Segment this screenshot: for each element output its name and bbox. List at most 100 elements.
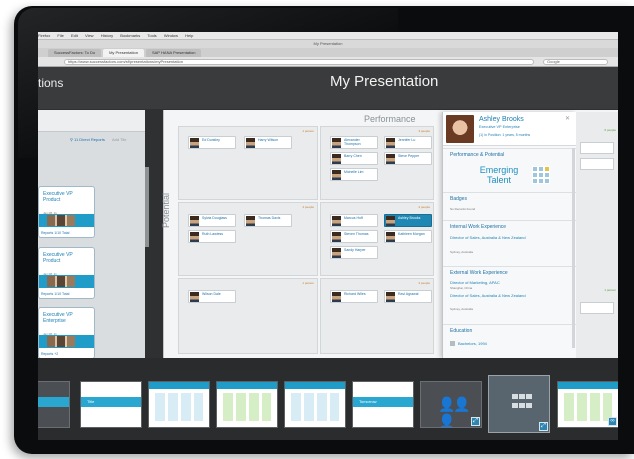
- slide-thumbnail[interactable]: Title: [80, 381, 142, 428]
- person-card[interactable]: Thomas Davis: [244, 214, 292, 227]
- person-card[interactable]: Barry Chen: [330, 152, 378, 165]
- org-panel-toolbar: [38, 110, 145, 132]
- org-chart-panel: ⚲ 11 Direct Reports Add Tile Executive V…: [38, 110, 145, 360]
- grid-right-column: 6 people 1 person: [576, 112, 618, 358]
- tab-successfactors[interactable]: SuccessFactors: To Do: [48, 49, 102, 57]
- menu-firefox[interactable]: Firefox: [38, 33, 50, 38]
- org-card[interactable]: Executive VP Enterprise Jan 08, 11 Repor…: [38, 307, 95, 359]
- slide-thumbnail-selected[interactable]: ⤢: [488, 375, 550, 433]
- person-card[interactable]: [580, 158, 614, 170]
- education-section: Education Bachelors, 1994: [443, 324, 576, 358]
- person-card[interactable]: Sandy Harper: [330, 246, 378, 259]
- menu-bookmarks[interactable]: Bookmarks: [120, 33, 140, 38]
- org-card[interactable]: Executive VP Product Jan 08, 11 Reports …: [38, 247, 95, 299]
- add-tile-link[interactable]: Add Tile: [112, 137, 126, 142]
- close-icon[interactable]: ✕: [565, 115, 570, 122]
- person-card[interactable]: Marcus Hoff: [330, 214, 378, 227]
- badges-section: Badges No Records Found: [443, 192, 576, 218]
- person-photo: [386, 232, 395, 242]
- expand-icon[interactable]: ⤢: [471, 417, 480, 426]
- person-card[interactable]: Ravi Agrawal: [384, 290, 432, 303]
- panel-scrollbar[interactable]: [145, 167, 149, 247]
- person-card[interactable]: Richard Wiles: [330, 290, 378, 303]
- person-photo: [332, 170, 341, 180]
- person-card[interactable]: Steve Pepper: [384, 152, 432, 165]
- person-photo: [332, 216, 341, 226]
- menu-help[interactable]: Help: [185, 33, 193, 38]
- person-card[interactable]: Kathleen Morgan: [384, 230, 432, 243]
- menu-window[interactable]: Window: [164, 33, 178, 38]
- person-card[interactable]: [580, 142, 614, 154]
- slide-thumbnail[interactable]: [216, 381, 278, 428]
- address-bar[interactable]: https://www.successfactors.com/sf/presen…: [64, 59, 534, 65]
- person-name: Harry Wilson: [258, 138, 279, 142]
- employee-name[interactable]: Ashley Brooks: [479, 116, 524, 123]
- person-card[interactable]: Alexander Thompson: [330, 136, 378, 149]
- grid-icon-cell: [519, 394, 525, 399]
- window-title: My Presentation: [38, 40, 618, 48]
- slide-header-bar: [149, 382, 209, 389]
- person-card-selected[interactable]: Ashley Brooks: [384, 214, 432, 227]
- os-menu-bar: Firefox File Edit View History Bookmarks…: [38, 32, 618, 40]
- slide-filmstrip: Title Tomorrow 👤👤👤 ⤢ ⤢ ∞: [38, 370, 618, 440]
- search-field[interactable]: Google: [543, 59, 608, 65]
- org-card[interactable]: Executive VP Product Jan 08, 11 Reports …: [38, 186, 95, 238]
- org-card-footer[interactable]: Reports +2: [41, 352, 58, 356]
- external-position: Director of Sales, Australia & New Zeala…: [450, 293, 526, 298]
- person-photo: [190, 292, 199, 302]
- diploma-icon: [450, 341, 455, 346]
- person-photo: [332, 154, 341, 164]
- performance-axis-label: Performance: [364, 114, 416, 124]
- person-card[interactable]: Sylvia Douglass: [188, 214, 236, 227]
- person-card[interactable]: Ruth Lawless: [188, 230, 236, 243]
- person-name: Jennifer Lu: [398, 138, 416, 142]
- cell-count: 3 people: [418, 129, 430, 133]
- person-name: Kathleen Morgan: [398, 232, 425, 236]
- person-card[interactable]: Jennifer Lu: [384, 136, 432, 149]
- menu-tools[interactable]: Tools: [147, 33, 156, 38]
- grid-icon-cell: [512, 394, 518, 399]
- slide-org-chart: [155, 393, 203, 421]
- slide-thumbnail[interactable]: [38, 381, 70, 428]
- slide-thumbnail[interactable]: [148, 381, 210, 428]
- person-card[interactable]: Harry Wilson: [244, 136, 292, 149]
- potential-axis-label: Potential: [161, 192, 171, 228]
- education-degree: Bachelors, 1994: [458, 341, 487, 346]
- expand-icon[interactable]: ⤢: [539, 422, 548, 431]
- slide-thumbnail[interactable]: ∞: [557, 381, 618, 428]
- person-card[interactable]: [580, 302, 614, 314]
- menu-history[interactable]: History: [101, 33, 113, 38]
- org-card-title: Executive VP Enterprise: [43, 312, 73, 324]
- employee-role: Executive VP Enterprise: [479, 125, 520, 129]
- slide-thumbnail[interactable]: 👤👤👤 ⤢: [420, 381, 482, 428]
- person-photo: [190, 232, 199, 242]
- person-name: Sandy Harper: [344, 248, 366, 252]
- person-card[interactable]: Wilson Dale: [188, 290, 236, 303]
- talent-rating: Emerging Talent: [479, 165, 519, 185]
- person-card[interactable]: Ed Dunkley: [188, 136, 236, 149]
- person-photo: [332, 138, 341, 148]
- slide-thumbnail[interactable]: Tomorrow: [352, 381, 414, 428]
- menu-file[interactable]: File: [57, 33, 63, 38]
- direct-reports-link[interactable]: ⚲ 11 Direct Reports Add Tile: [70, 137, 126, 142]
- person-card[interactable]: Steven Thomas: [330, 230, 378, 243]
- internal-position: Director of Sales, Australia & New Zeala…: [450, 235, 526, 240]
- detail-header: Ashley Brooks Executive VP Enterprise (1…: [443, 112, 576, 146]
- org-card-footer[interactable]: Reports 1/10 Total: [41, 292, 69, 296]
- slide-title: Tomorrow: [359, 399, 377, 404]
- performance-potential-section: Performance & Potential Emerging Talent: [443, 148, 576, 190]
- slide-thumbnail[interactable]: [284, 381, 346, 428]
- detail-scrollbar[interactable]: [572, 148, 575, 348]
- person-card[interactable]: Michelle Lim: [330, 168, 378, 181]
- person-photo: [386, 292, 395, 302]
- grid-icon-cell: [519, 402, 525, 408]
- menu-view[interactable]: View: [85, 33, 94, 38]
- menu-edit[interactable]: Edit: [71, 33, 78, 38]
- tab-my-presentation[interactable]: My Presentation: [103, 49, 144, 57]
- external-location: Shanghai, China: [450, 286, 473, 290]
- link-icon[interactable]: ∞: [608, 417, 617, 426]
- tab-sap-hana[interactable]: SAP HANA Presentation: [145, 49, 202, 57]
- org-card-footer[interactable]: Reports 1/10 Total: [41, 231, 69, 235]
- person-photo: [190, 138, 199, 148]
- org-tree: Executive VP Product Jan 08, 11 Reports …: [38, 170, 138, 360]
